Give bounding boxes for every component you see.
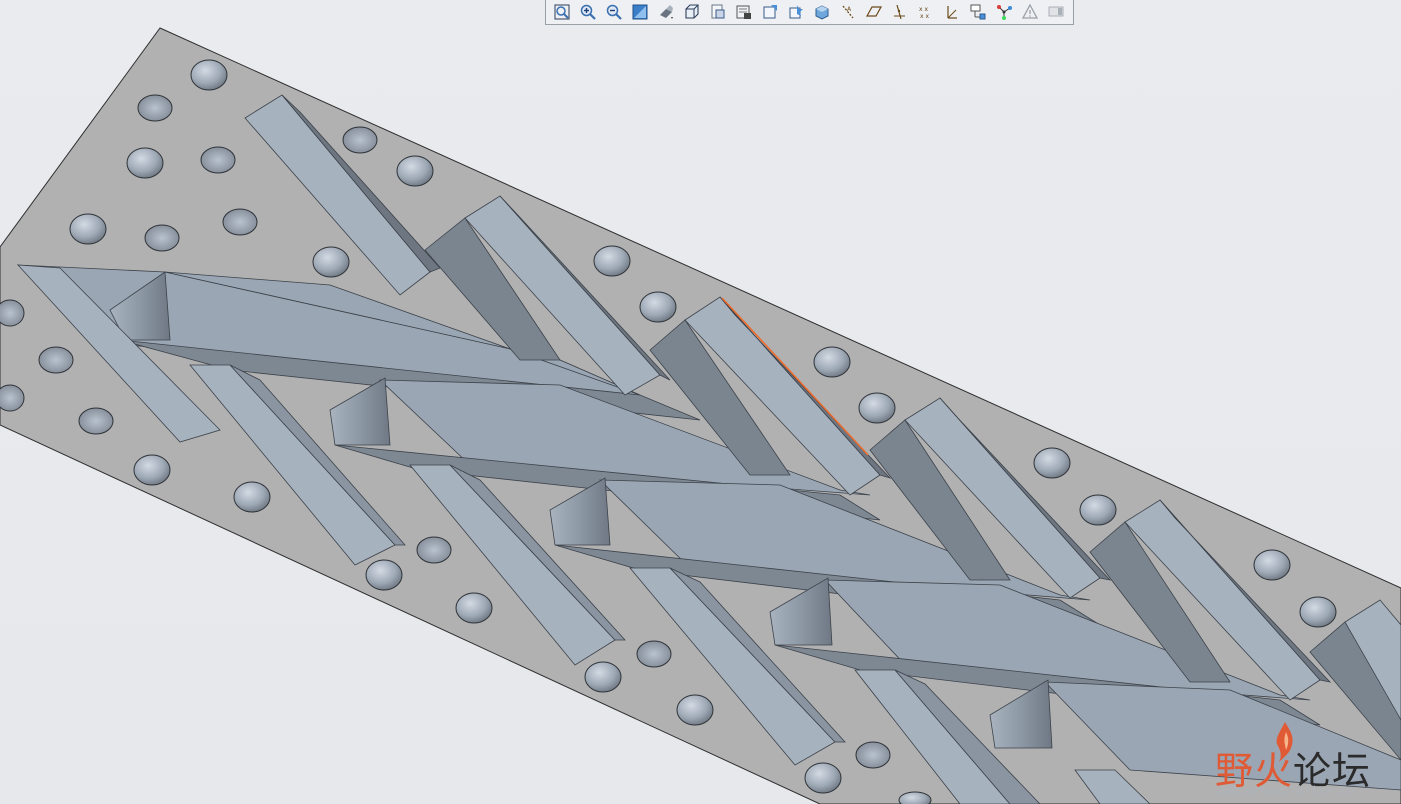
display-icon[interactable] xyxy=(1044,1,1068,23)
saved-views-icon[interactable] xyxy=(706,1,730,23)
annotation-icon[interactable] xyxy=(940,1,964,23)
datum-points-icon[interactable]: x xx x xyxy=(914,1,938,23)
datum-axis-icon[interactable]: A xyxy=(836,1,860,23)
graphics-toolbar: A x xx x xyxy=(545,0,1074,25)
datum-csys-icon[interactable] xyxy=(888,1,912,23)
watermark-logo: 野火论坛 www.proewildfire.cn xyxy=(1215,722,1390,802)
datum-plane-icon[interactable] xyxy=(862,1,886,23)
connect-icon[interactable] xyxy=(992,1,1016,23)
shading-icon[interactable] xyxy=(654,1,678,23)
graphics-viewport[interactable]: A x xx x 野火论坛 www.proewildfire.cn xyxy=(0,0,1401,804)
svg-text:x x: x x xyxy=(919,6,928,13)
zoom-out-icon[interactable] xyxy=(602,1,626,23)
svg-text:x x: x x xyxy=(920,13,929,20)
view-manager-icon[interactable] xyxy=(732,1,756,23)
warning-icon[interactable] xyxy=(1018,1,1042,23)
zoom-in-icon[interactable] xyxy=(576,1,600,23)
repaint-icon[interactable] xyxy=(628,1,652,23)
appearance-icon[interactable] xyxy=(810,1,834,23)
svg-text:A: A xyxy=(847,6,852,13)
refit-icon[interactable] xyxy=(550,1,574,23)
spin-center-icon[interactable] xyxy=(784,1,808,23)
watermark-url: www.proewildfire.cn xyxy=(1217,784,1355,798)
view-box-icon[interactable] xyxy=(680,1,704,23)
model-scene[interactable] xyxy=(0,0,1401,804)
model-tree-icon[interactable] xyxy=(966,1,990,23)
layers-icon[interactable] xyxy=(758,1,782,23)
